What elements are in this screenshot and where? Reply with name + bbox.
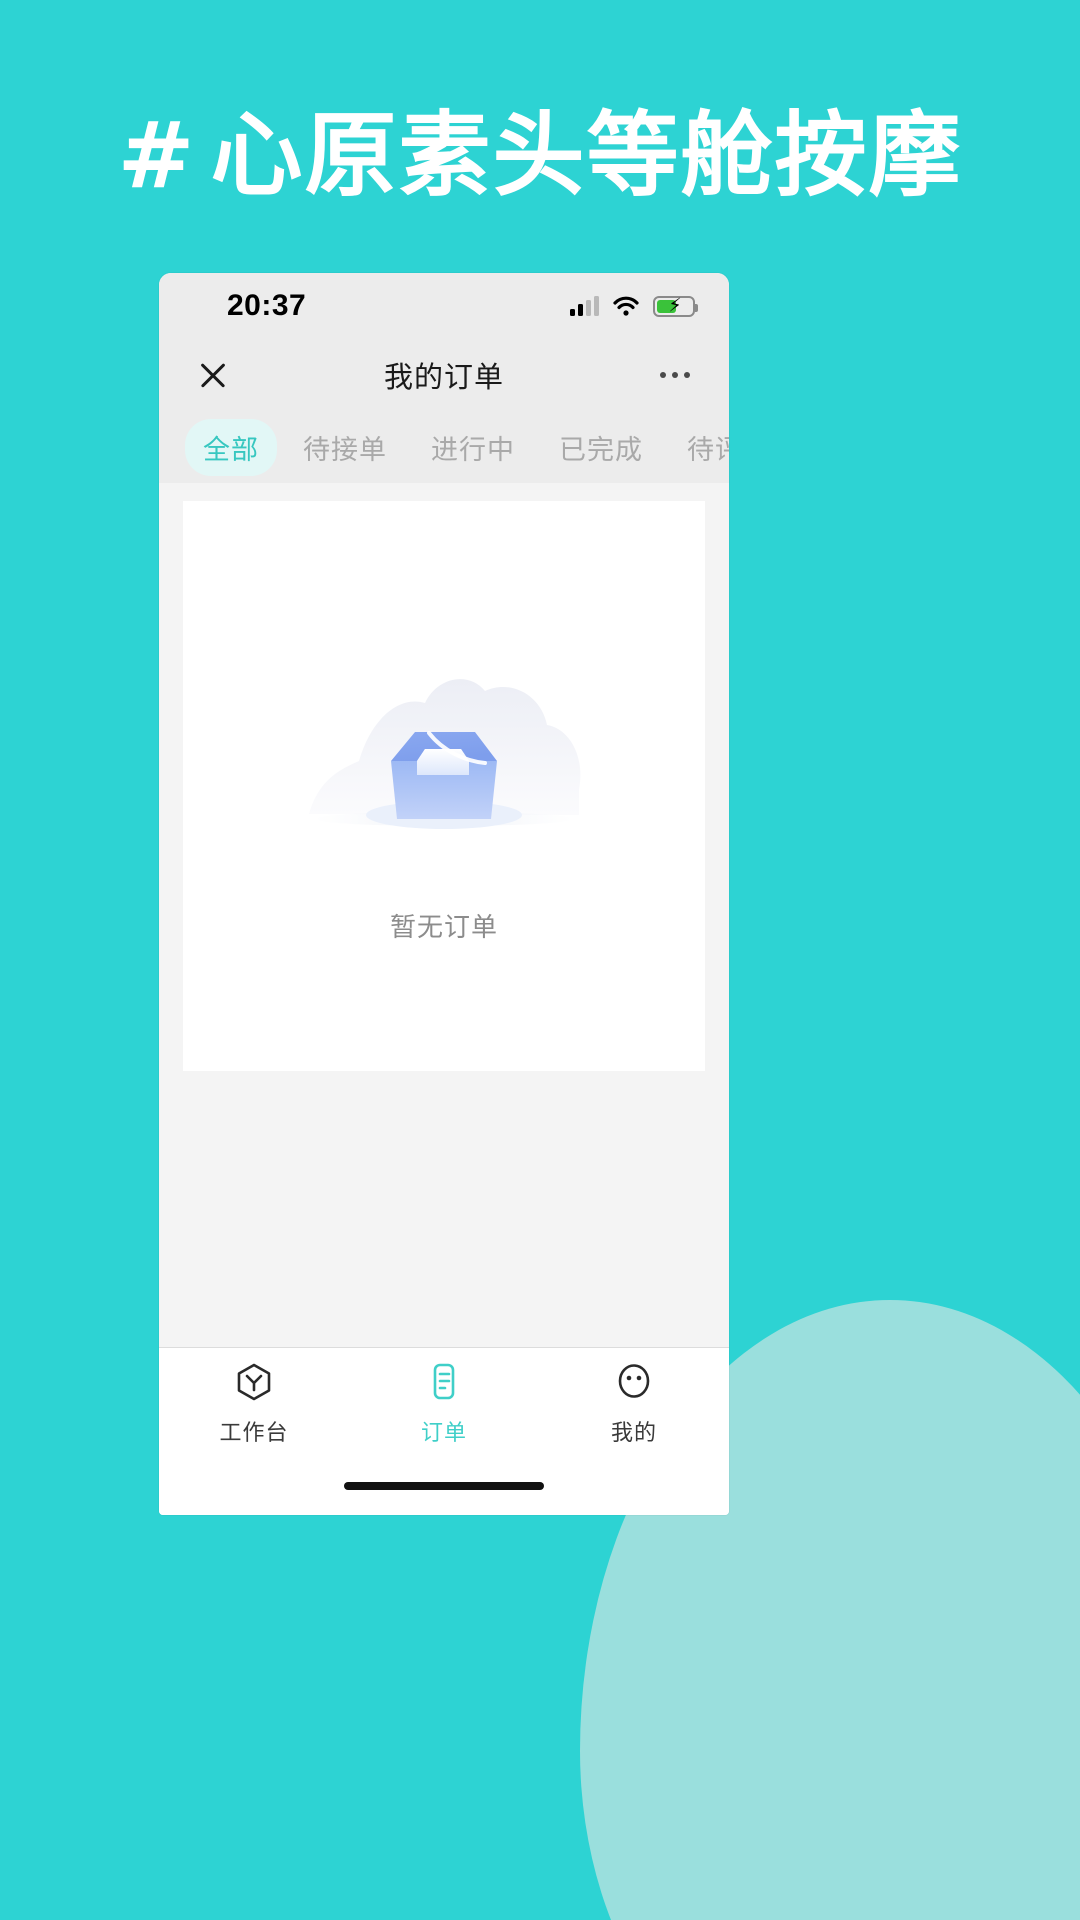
order-document-icon	[425, 1362, 463, 1407]
page-title: 我的订单	[383, 362, 504, 394]
tabbar-item-profile[interactable]: 我的	[539, 1362, 729, 1447]
home-indicator-area	[159, 1457, 729, 1515]
tabbar-item-workbench[interactable]: 工作台	[159, 1362, 349, 1447]
profile-face-icon	[615, 1362, 653, 1407]
status-bar-time: 20:37	[227, 289, 307, 322]
battery-charging-icon: ⚡	[653, 295, 698, 317]
signal-bars-icon	[570, 296, 599, 316]
tab-in-progress[interactable]: 进行中	[413, 419, 533, 476]
workbench-hexagon-icon	[235, 1362, 273, 1407]
tabbar-label-workbench: 工作台	[219, 1420, 289, 1445]
hashtag-symbol: #	[117, 102, 197, 209]
order-list-content: 暂无订单	[159, 483, 729, 1347]
more-horizontal-icon[interactable]	[655, 372, 695, 378]
tab-pending-accept[interactable]: 待接单	[285, 419, 405, 476]
tabbar-label-orders: 订单	[420, 1420, 467, 1445]
wifi-icon	[613, 296, 639, 316]
status-bar: 20:37 ⚡	[159, 273, 729, 339]
empty-box-icon	[279, 629, 609, 879]
home-indicator[interactable]	[344, 1482, 544, 1490]
close-icon[interactable]	[193, 355, 233, 395]
poster-headline: # 心原素头等舱按摩	[0, 107, 1080, 205]
empty-state-card: 暂无订单	[183, 501, 705, 1071]
tabbar-label-profile: 我的	[610, 1420, 657, 1445]
tab-completed[interactable]: 已完成	[541, 419, 661, 476]
tab-all[interactable]: 全部	[185, 418, 277, 476]
status-bar-icons: ⚡	[570, 295, 698, 317]
app-navbar: 我的订单	[159, 339, 729, 411]
order-status-tabs[interactable]: 全部 待接单 进行中 已完成 待评价 待结算	[159, 411, 729, 483]
tabbar-item-orders[interactable]: 订单	[349, 1362, 539, 1447]
tab-pending-review[interactable]: 待评价	[669, 419, 729, 476]
headline-text: 心原素头等舱按摩	[210, 102, 963, 209]
empty-state-text: 暂无订单	[389, 911, 498, 942]
phone-mockup: 20:37 ⚡ 我的订单 全部 待接单 进行中 已完成 待评价	[159, 273, 729, 1515]
bottom-tabbar: 工作台 订单 我的	[159, 1347, 729, 1457]
